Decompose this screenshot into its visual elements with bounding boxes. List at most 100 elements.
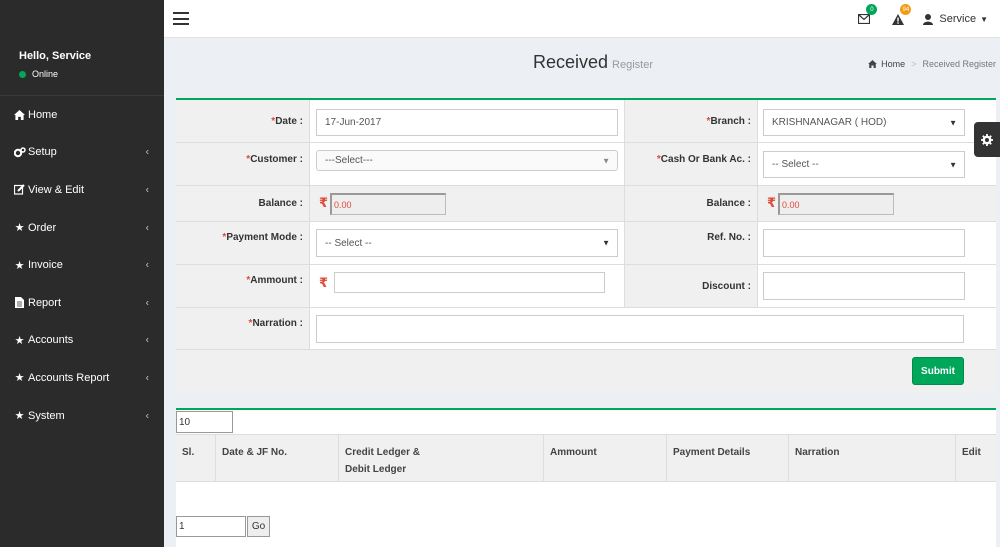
star-icon: ★ (14, 259, 25, 272)
star-icon: ★ (14, 222, 25, 235)
top-navbar: 0 94 Service ▼ (164, 0, 1000, 38)
chevron-left-icon: ‹ (145, 410, 149, 422)
chevron-left-icon: ‹ (145, 334, 149, 346)
column-header-ledger-line2: Debit Ledger (345, 464, 407, 475)
column-header-payment-details[interactable]: Payment Details (667, 435, 789, 481)
breadcrumb-current: Received Register (922, 59, 996, 69)
breadcrumb-home-label: Home (881, 59, 906, 69)
column-header-edit[interactable]: Edit (956, 435, 996, 481)
dropdown-arrow-icon: ▼ (949, 118, 957, 127)
form-row-narration: * Narration : (176, 308, 996, 350)
received-form: * Date : 17-Jun-2017 * Branch : KRISHNANAG… (176, 98, 996, 393)
page-length-input[interactable]: 10 (176, 411, 233, 433)
rupee-icon: ₹ (319, 195, 329, 210)
branch-label: * Branch : (625, 100, 758, 142)
breadcrumb-separator: > (911, 59, 917, 69)
balance-left-label: Balance : (176, 186, 310, 221)
warning-icon (892, 13, 905, 25)
chevron-left-icon: ‹ (145, 184, 149, 196)
chevron-left-icon: ‹ (145, 297, 149, 309)
sidebar-item-system[interactable]: ★ System ‹ (0, 397, 164, 435)
star-icon: ★ (14, 372, 25, 385)
branch-select[interactable]: KRISHNANAGAR ( HOD) ▼ (763, 109, 965, 136)
column-header-sl[interactable]: Sl. (176, 435, 216, 481)
amount-input[interactable] (334, 272, 605, 293)
form-row-amount-discount: * Ammount : ₹ Discount : (176, 265, 996, 308)
online-dot-icon (19, 70, 26, 78)
cash-bank-label: * Cash Or Bank Ac. : (625, 143, 758, 185)
sidebar-item-view-edit[interactable]: View & Edit ‹ (0, 171, 164, 209)
narration-label: * Narration : (176, 308, 310, 349)
home-icon (11, 109, 28, 120)
chevron-left-icon: ‹ (145, 372, 149, 384)
page-number-input[interactable]: 1 (176, 516, 246, 537)
sidebar-item-label: Order (28, 221, 57, 234)
table-header: Sl. Date & JF No. Credit Ledger & Debit … (176, 434, 996, 482)
form-footer: Submit (176, 350, 996, 393)
submit-button[interactable]: Submit (912, 357, 964, 385)
customer-select[interactable]: ---Select--- ▼ (316, 150, 618, 171)
form-row-balance: Balance : ₹ 0.00 Balance : ₹ 0.00 (176, 186, 996, 222)
discount-label: Discount : (625, 265, 758, 307)
form-row-date-branch: * Date : 17-Jun-2017 * Branch : KRISHNANAG… (176, 100, 996, 143)
navbar-right: 0 94 Service ▼ (847, 0, 1000, 38)
breadcrumb-home-link[interactable]: Home (868, 59, 905, 69)
column-header-ledger[interactable]: Credit Ledger & Debit Ledger (339, 435, 544, 481)
rupee-icon: ₹ (767, 195, 777, 210)
form-row-payment-ref: * Payment Mode : -- Select -- ▼ Ref. No. … (176, 222, 996, 265)
chevron-left-icon: ‹ (145, 222, 149, 234)
sidebar-item-accounts[interactable]: ★ Accounts ‹ (0, 322, 164, 360)
alerts-count-badge: 94 (900, 4, 912, 15)
sidebar-item-accounts-report[interactable]: ★ Accounts Report ‹ (0, 359, 164, 397)
discount-input[interactable] (763, 272, 965, 300)
file-icon (11, 297, 28, 309)
amount-label: * Ammount : (176, 265, 310, 307)
go-button[interactable]: Go (247, 516, 270, 537)
messages-count-badge: 0 (866, 4, 878, 15)
balance-left-field: 0.00 (330, 193, 446, 215)
sidebar-item-report[interactable]: Report ‹ (0, 284, 164, 322)
sidebar: Hello, Service Online Home Setup ‹ View … (0, 0, 164, 547)
sidebar-item-order[interactable]: ★ Order ‹ (0, 209, 164, 247)
column-header-narration[interactable]: Narration (789, 435, 956, 481)
payment-mode-select-value: -- Select -- (325, 237, 372, 249)
sidebar-item-label: Accounts Report (28, 371, 110, 384)
sidebar-item-label: Home (28, 108, 58, 121)
cash-bank-select-value: -- Select -- (772, 159, 819, 170)
received-register-table: 10 Sl. Date & JF No. Credit Ledger & Deb… (176, 408, 996, 547)
user-icon (923, 13, 934, 25)
date-input[interactable]: 17-Jun-2017 (316, 109, 618, 136)
cash-bank-select[interactable]: -- Select -- ▼ (763, 151, 965, 178)
user-greeting: Hello, Service (19, 50, 92, 62)
page-title-text: Received (533, 52, 609, 72)
sidebar-item-home[interactable]: Home (0, 96, 164, 134)
dropdown-arrow-icon: ▼ (602, 238, 610, 248)
edit-icon (11, 184, 28, 196)
caret-down-icon: ▼ (980, 14, 988, 24)
column-header-amount[interactable]: Ammount (544, 435, 667, 481)
user-status: Online (19, 69, 164, 79)
form-row-customer-cashbank: * Customer : ---Select--- ▼ * Cash Or Bank… (176, 143, 996, 186)
cogs-icon (11, 147, 28, 158)
messages-button[interactable]: 0 (847, 0, 881, 38)
alerts-button[interactable]: 94 (881, 0, 915, 38)
user-menu-button[interactable]: Service ▼ (915, 13, 1000, 25)
settings-panel-toggle[interactable] (974, 122, 1000, 157)
customer-select-value: ---Select--- (325, 155, 373, 166)
ref-no-label: Ref. No. : (625, 222, 758, 264)
star-icon: ★ (14, 410, 25, 423)
branch-select-value: KRISHNANAGAR ( HOD) (772, 117, 887, 128)
sidebar-item-label: Setup (28, 146, 57, 159)
ref-no-input[interactable] (763, 229, 965, 257)
page-title: Received Register (533, 52, 653, 73)
narration-input[interactable] (316, 315, 964, 343)
rupee-icon: ₹ (319, 275, 329, 290)
customer-label: * Customer : (176, 143, 310, 185)
dropdown-arrow-icon: ▼ (602, 156, 610, 165)
sidebar-item-invoice[interactable]: ★ Invoice ‹ (0, 246, 164, 284)
content-header: Received Register Home > Received Registe… (164, 38, 1000, 98)
sidebar-item-setup[interactable]: Setup ‹ (0, 134, 164, 172)
sidebar-toggle-icon[interactable] (173, 12, 189, 25)
column-header-date-jf[interactable]: Date & JF No. (216, 435, 339, 481)
payment-mode-select[interactable]: -- Select -- ▼ (316, 229, 618, 257)
